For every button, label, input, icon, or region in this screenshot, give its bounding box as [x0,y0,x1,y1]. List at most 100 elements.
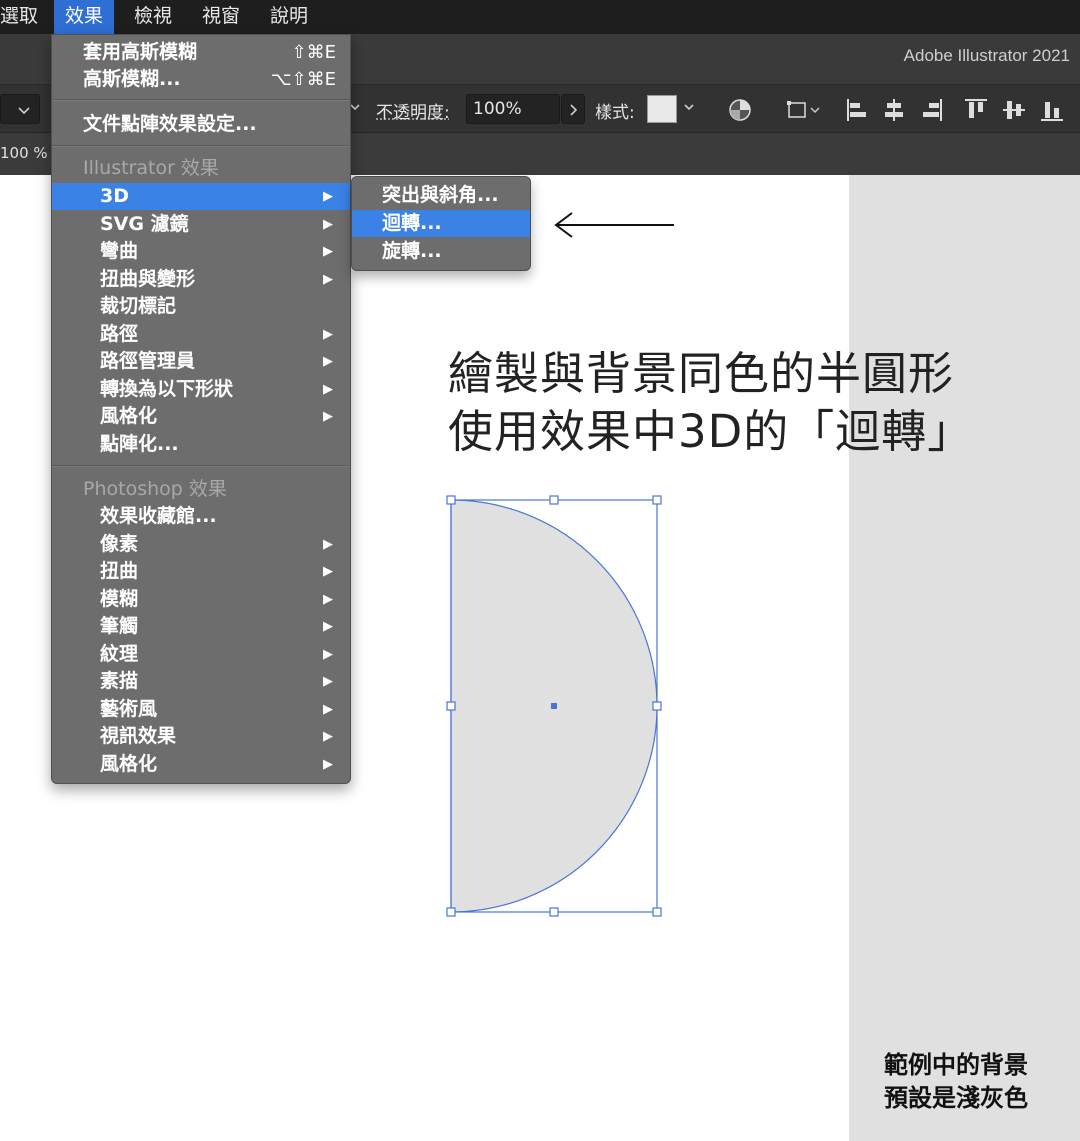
menu-item-label: 效果收藏館... [100,505,217,527]
submenu-arrow-icon: ▶ [323,646,333,662]
menu-item-last-effect[interactable]: 高斯模糊... ⌥⇧⌘E [52,66,350,93]
menu-item-label: 裁切標記 [100,295,177,317]
menu-item-label: 視訊效果 [100,725,177,747]
submenu-arrow-icon: ▶ [323,409,333,424]
stroke-dropdown[interactable] [0,94,40,124]
menu-item[interactable]: 扭曲 ▶ [52,558,350,585]
app-title: Adobe Illustrator 2021 [903,46,1070,65]
menu-item[interactable]: 藝術風 ▶ [52,696,350,723]
submenu-arrow-icon: ▶ [323,564,333,579]
menu-item-label: SVG 濾鏡 [100,212,189,235]
menu-item[interactable]: 3D ▶ [52,183,350,210]
menu-item-label: 路徑管理員 [100,350,196,372]
menu-item[interactable]: 彎曲 ▶ [52,238,350,265]
menu-effect[interactable]: 效果 [54,0,115,34]
menu-item[interactable]: 風格化 ▶ [52,403,350,430]
menu-item-label: 風格化 [100,752,158,775]
menu-view[interactable]: 檢視 [123,0,183,34]
section-header-label: Illustrator 效果 [83,157,219,179]
half-circle-shape[interactable] [440,490,670,920]
photoshop-effects-header: Photoshop 效果 [52,476,350,503]
menu-item-label: 套用高斯模糊 [83,41,198,63]
heading-line-1: 繪製與背景同色的半圓形 [448,347,955,400]
chevron-down-icon [18,107,30,115]
section-header-label: Photoshop 效果 [83,478,227,500]
chevron-right-icon [570,104,578,116]
menu-item-label: 路徑 [100,322,139,345]
opacity-field[interactable]: 100% [466,94,560,124]
submenu-arrow-icon: ▶ [323,354,333,369]
menu-separator [52,99,350,101]
menu-select[interactable]: 選取 [0,0,49,34]
submenu-arrow-icon: ▶ [323,326,333,342]
effect-menu: 套用高斯模糊 ⇧⌘E 高斯模糊... ⌥⇧⌘E 文件點陣效果設定... Illu… [51,34,351,784]
submenu-arrow-icon: ▶ [323,756,333,772]
menu-item[interactable]: 風格化 ▶ [52,751,350,778]
submenu-item-extrude-bevel[interactable]: 突出與斜角... [352,182,530,209]
align-right-icon[interactable] [918,97,944,123]
menu-item-label: 紋理 [100,642,139,665]
align-left-icon[interactable] [845,97,871,123]
menu-item[interactable]: 紋理 ▶ [52,641,350,668]
menu-item-shortcut: ⇧⌘E [291,42,336,63]
opacity-label[interactable]: 不透明度: [376,98,450,123]
submenu-arrow-icon: ▶ [323,591,333,607]
left-arrow-icon [554,212,674,238]
style-label: 樣式: [595,103,635,123]
menu-window[interactable]: 視窗 [191,0,251,34]
submenu-arrow-icon: ▶ [323,729,333,744]
gray-background-area [849,175,1080,1141]
menu-help[interactable]: 說明 [259,0,319,34]
menu-item-label: 扭曲 [100,560,139,582]
menu-item[interactable]: 扭曲與變形 ▶ [52,266,350,293]
menu-item-label: 扭曲與變形 [100,267,196,290]
submenu-item-label: 迴轉... [382,212,442,234]
align-bottom-icon[interactable] [1039,97,1065,123]
note-line-2: 預設是淺灰色 [884,1084,1028,1112]
menu-item-apply-last-effect[interactable]: 套用高斯模糊 ⇧⌘E [52,39,350,66]
menu-item[interactable]: 模糊 ▶ [52,586,350,613]
menu-item-label: 模糊 [100,587,139,610]
opacity-value: 100% [473,99,522,119]
submenu-arrow-icon: ▶ [323,536,333,552]
menu-item-label: 3D [100,185,129,207]
submenu-item-rotate[interactable]: 旋轉... [352,238,530,265]
style-swatch[interactable] [647,95,677,123]
submenu-arrow-icon: ▶ [323,216,333,232]
menu-item[interactable]: 裁切標記 [52,293,350,320]
menu-item-label: 彎曲 [100,240,139,262]
menu-item[interactable]: 點陣化... [52,431,350,458]
submenu-item-revolve[interactable]: 迴轉... [352,210,530,237]
zoom-level[interactable]: 100 % [0,144,48,162]
align-top-icon[interactable] [963,97,989,123]
chevron-down-icon[interactable] [682,101,696,115]
menu-item[interactable]: 像素 ▶ [52,531,350,558]
illustrator-effects-header: Illustrator 效果 [52,155,350,182]
menu-item[interactable]: SVG 濾鏡 ▶ [52,211,350,238]
menu-item-label: 文件點陣效果設定... [83,113,257,135]
submenu-arrow-icon: ▶ [323,674,333,689]
submenu-item-label: 突出與斜角... [382,184,499,206]
menu-item-label: 高斯模糊... [83,68,181,90]
align-vertical-center-icon[interactable] [1001,97,1027,123]
submenu-3d: 突出與斜角... 迴轉... 旋轉... [351,176,531,271]
menu-item-document-raster-settings[interactable]: 文件點陣效果設定... [52,111,350,138]
menu-item-label: 像素 [100,532,139,555]
menu-item-shortcut: ⌥⇧⌘E [270,69,336,90]
menu-item-label: 藝術風 [100,697,158,720]
menu-item-label: 轉換為以下形狀 [100,377,234,400]
opacity-stepper[interactable] [561,94,585,124]
menu-item[interactable]: 視訊效果 ▶ [52,723,350,750]
menu-item[interactable]: 路徑 ▶ [52,321,350,348]
menu-item[interactable]: 筆觸 ▶ [52,613,350,640]
recolor-artwork-icon[interactable] [727,97,753,123]
align-horizontal-center-icon[interactable] [881,97,907,123]
align-to-icon[interactable] [786,97,822,123]
menu-item[interactable]: 效果收藏館... [52,503,350,530]
menu-item-label: 素描 [100,670,139,692]
menu-item[interactable]: 路徑管理員 ▶ [52,348,350,375]
menu-item[interactable]: 素描 ▶ [52,668,350,695]
menu-item[interactable]: 轉換為以下形狀 ▶ [52,376,350,403]
submenu-arrow-icon: ▶ [323,381,333,397]
submenu-arrow-icon: ▶ [323,189,333,204]
